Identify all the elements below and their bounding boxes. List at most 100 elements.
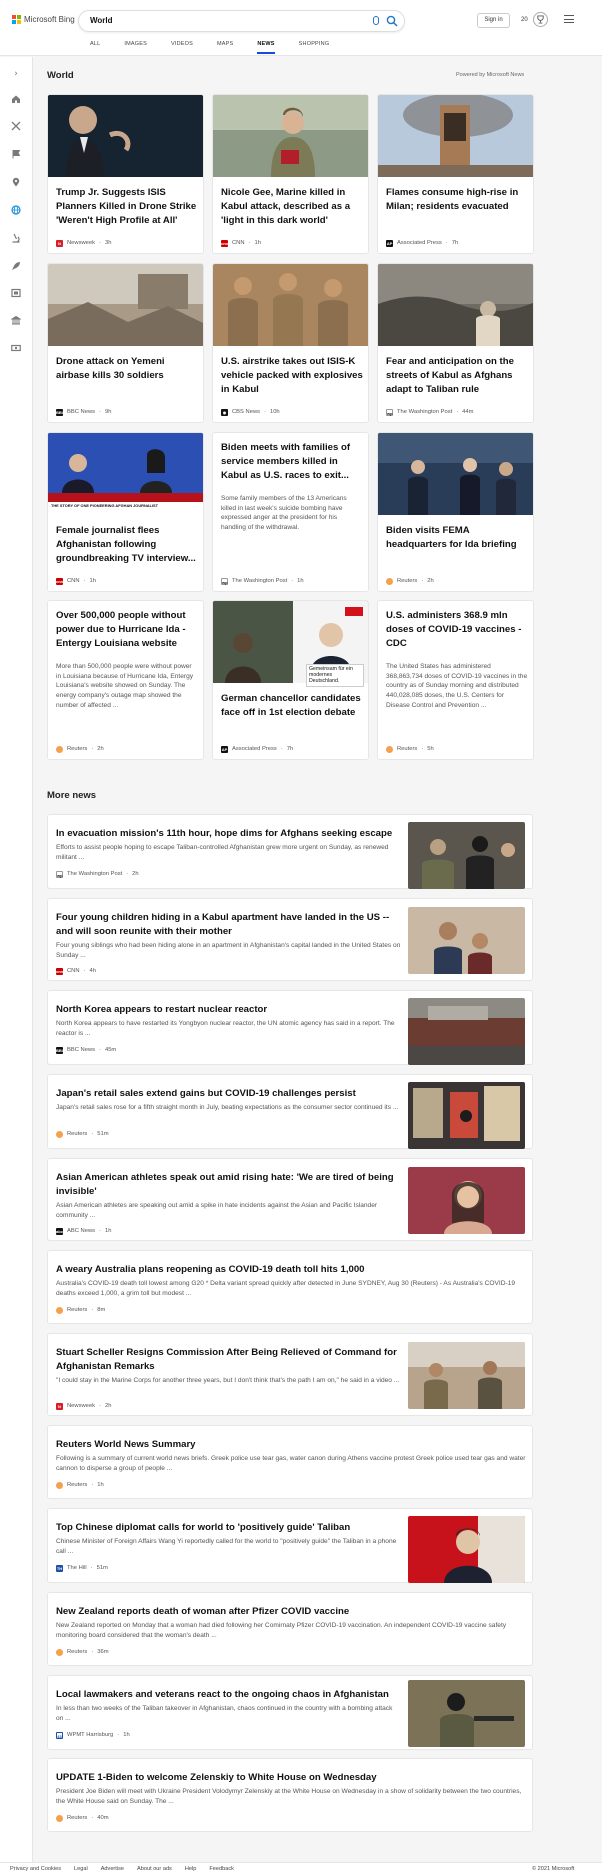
card-image[interactable] <box>213 264 369 346</box>
card-title[interactable]: U.S. administers 368.9 mln doses of COVI… <box>386 609 528 651</box>
globe-icon[interactable] <box>11 205 21 215</box>
rewards-trophy-icon[interactable] <box>533 12 548 27</box>
card-source: wp The Washington Post · 44m <box>386 408 474 416</box>
card-title[interactable]: Trump Jr. Suggests ISIS Planners Killed … <box>56 186 198 228</box>
news-title[interactable]: Reuters World News Summary <box>56 1438 526 1452</box>
location-pin-icon[interactable] <box>11 177 21 187</box>
news-title[interactable]: A weary Australia plans reopening as COV… <box>56 1263 526 1277</box>
microscope-icon[interactable] <box>11 233 21 243</box>
footer-link-about-ads[interactable]: About our ads <box>137 1866 172 1872</box>
news-thumbnail[interactable] <box>408 1082 525 1149</box>
tab-shopping[interactable]: SHOPPING <box>299 41 330 54</box>
money-icon[interactable] <box>11 343 21 353</box>
news-list-item[interactable]: In evacuation mission's 11th hour, hope … <box>47 814 533 889</box>
news-title[interactable]: North Korea appears to restart nuclear r… <box>56 1003 401 1017</box>
news-title[interactable]: Local lawmakers and veterans react to th… <box>56 1688 401 1702</box>
news-thumbnail[interactable] <box>408 998 525 1065</box>
news-thumbnail[interactable] <box>408 1516 525 1583</box>
news-card[interactable]: Nicole Gee, Marine killed in Kabul attac… <box>212 94 369 254</box>
news-title[interactable]: New Zealand reports death of woman after… <box>56 1605 526 1619</box>
news-list-item[interactable]: Reuters World News Summary Following is … <box>47 1425 533 1499</box>
news-title[interactable]: In evacuation mission's 11th hour, hope … <box>56 827 401 841</box>
card-title[interactable]: German chancellor candidates face off in… <box>221 692 363 720</box>
source-time: 1h <box>254 240 261 246</box>
news-card[interactable]: THE STORY OF ONE PIONEERING AFGHAN JOURN… <box>47 432 204 592</box>
news-thumbnail[interactable] <box>408 1342 525 1409</box>
footer-link-legal[interactable]: Legal <box>74 1866 88 1872</box>
card-title[interactable]: Over 500,000 people without power due to… <box>56 609 198 651</box>
news-list-item[interactable]: New Zealand reports death of woman after… <box>47 1592 533 1666</box>
expand-icon[interactable]: › <box>11 69 21 79</box>
card-image[interactable] <box>48 95 204 177</box>
news-snippet: North Korea appears to have restarted it… <box>56 1020 395 1037</box>
news-card[interactable]: Biden meets with families of service mem… <box>212 432 369 592</box>
news-card[interactable]: Gemeinsam für ein modernes Deutschland. … <box>212 600 369 760</box>
tab-images[interactable]: IMAGES <box>124 41 147 54</box>
card-title[interactable]: Biden meets with families of service mem… <box>221 441 363 483</box>
news-list-item[interactable]: Asian American athletes speak out amid r… <box>47 1158 533 1241</box>
card-image[interactable] <box>48 264 204 346</box>
news-card[interactable]: U.S. airstrike takes out ISIS-K vehicle … <box>212 263 369 423</box>
footer-link-feedback[interactable]: Feedback <box>209 1866 234 1872</box>
news-thumbnail[interactable] <box>408 1167 525 1234</box>
news-title[interactable]: Asian American athletes speak out amid r… <box>56 1171 401 1199</box>
tab-maps[interactable]: MAPS <box>217 41 233 54</box>
reuters-logo-icon <box>56 1648 63 1656</box>
news-list-item[interactable]: Four young children hiding in a Kabul ap… <box>47 898 533 981</box>
news-card[interactable]: Fear and anticipation on the streets of … <box>377 263 534 423</box>
card-title[interactable]: Nicole Gee, Marine killed in Kabul attac… <box>221 186 363 228</box>
card-title[interactable]: Flames consume high-rise in Milan; resid… <box>386 186 528 214</box>
news-list-item[interactable]: UPDATE 1-Biden to welcome Zelenskiy to W… <box>47 1758 533 1832</box>
flag-icon[interactable] <box>11 149 21 159</box>
news-list-item[interactable]: A weary Australia plans reopening as COV… <box>47 1250 533 1324</box>
news-card[interactable]: Biden visits FEMA headquarters for Ida b… <box>377 432 534 592</box>
sign-in-button[interactable]: Sign in <box>477 13 510 28</box>
search-input[interactable]: World <box>90 16 113 25</box>
bing-logo[interactable]: Microsoft Bing <box>12 15 75 24</box>
footer-link-help[interactable]: Help <box>185 1866 197 1872</box>
news-list-item[interactable]: Stuart Scheller Resigns Commission After… <box>47 1333 533 1416</box>
rewards-count[interactable]: 20 <box>521 17 528 23</box>
film-icon[interactable] <box>11 288 21 298</box>
footer-link-privacy[interactable]: Privacy and Cookies <box>10 1866 61 1872</box>
microphone-icon[interactable] <box>373 16 379 25</box>
news-card[interactable]: Drone attack on Yemeni airbase kills 30 … <box>47 263 204 423</box>
home-icon[interactable] <box>11 94 21 104</box>
news-thumbnail[interactable] <box>408 822 525 889</box>
news-list-item[interactable]: Japan's retail sales extend gains but CO… <box>47 1074 533 1149</box>
card-title[interactable]: Fear and anticipation on the streets of … <box>386 355 528 397</box>
hamburger-menu-icon[interactable] <box>564 15 574 26</box>
tab-videos[interactable]: VIDEOS <box>171 41 193 54</box>
card-title[interactable]: U.S. airstrike takes out ISIS-K vehicle … <box>221 355 363 397</box>
news-list-item[interactable]: North Korea appears to restart nuclear r… <box>47 990 533 1065</box>
card-image[interactable] <box>378 433 534 515</box>
tab-news[interactable]: NEWS <box>257 41 275 54</box>
news-card[interactable]: Flames consume high-rise in Milan; resid… <box>377 94 534 254</box>
news-card[interactable]: Trump Jr. Suggests ISIS Planners Killed … <box>47 94 204 254</box>
search-icon[interactable] <box>386 15 398 27</box>
news-title[interactable]: Four young children hiding in a Kabul ap… <box>56 911 401 939</box>
building-icon[interactable] <box>11 315 21 325</box>
search-box[interactable]: World <box>78 10 405 32</box>
news-snippet: Chinese Minister of Foreign Affairs Wang… <box>56 1538 397 1555</box>
card-image[interactable] <box>378 264 534 346</box>
news-title[interactable]: Top Chinese diplomat calls for world to … <box>56 1521 401 1535</box>
news-title[interactable]: Stuart Scheller Resigns Commission After… <box>56 1346 401 1374</box>
rocket-icon[interactable] <box>11 261 21 271</box>
card-image[interactable] <box>378 95 534 177</box>
news-card[interactable]: Over 500,000 people without power due to… <box>47 600 204 760</box>
tab-all[interactable]: ALL <box>90 41 100 54</box>
card-image[interactable] <box>213 95 369 177</box>
crossed-arrows-icon[interactable] <box>11 121 21 131</box>
footer-link-advertise[interactable]: Advertise <box>101 1866 124 1872</box>
news-thumbnail[interactable] <box>408 1680 525 1747</box>
news-list-item[interactable]: Top Chinese diplomat calls for world to … <box>47 1508 533 1583</box>
card-title[interactable]: Female journalist flees Afghanistan foll… <box>56 524 198 566</box>
news-card[interactable]: U.S. administers 368.9 mln doses of COVI… <box>377 600 534 760</box>
news-list-item[interactable]: Local lawmakers and veterans react to th… <box>47 1675 533 1750</box>
news-thumbnail[interactable] <box>408 907 525 974</box>
card-title[interactable]: Biden visits FEMA headquarters for Ida b… <box>386 524 528 552</box>
card-title[interactable]: Drone attack on Yemeni airbase kills 30 … <box>56 355 198 383</box>
news-title[interactable]: Japan's retail sales extend gains but CO… <box>56 1087 401 1101</box>
news-title[interactable]: UPDATE 1-Biden to welcome Zelenskiy to W… <box>56 1771 526 1785</box>
